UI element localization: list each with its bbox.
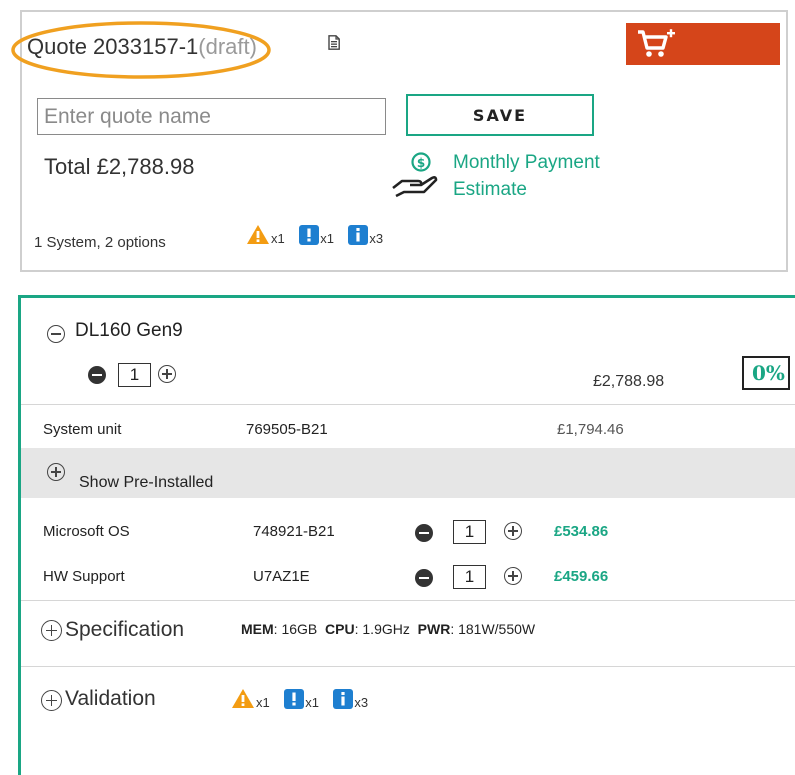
- cart-add-icon: [638, 29, 675, 57]
- mem-value: : 16GB: [273, 621, 318, 637]
- alert-icon: [299, 225, 320, 245]
- system-quantity-field[interactable]: 1: [118, 363, 151, 387]
- option-quantity-field[interactable]: 1: [453, 565, 486, 589]
- add-to-cart-button[interactable]: [626, 23, 780, 65]
- payment-link-line1: Monthly Payment: [453, 152, 600, 173]
- quote-total: Total £2,788.98: [44, 154, 195, 179]
- option-price: £534.86: [554, 523, 609, 540]
- warning-icon: [232, 689, 254, 708]
- option-price: £459.66: [554, 568, 609, 585]
- quote-name-input[interactable]: [37, 98, 386, 135]
- option-label: HW Support: [43, 568, 125, 585]
- increase-quantity-button[interactable]: [158, 365, 176, 383]
- system-validation-counters: x1 x1 x3: [231, 688, 378, 714]
- quote-summary-card: Quote 2033157-1(draft) SAVE Total £2,788…: [11, 10, 788, 272]
- show-preinstalled-label: Show Pre-Installed: [79, 474, 214, 491]
- info-count: x3: [369, 231, 384, 246]
- payment-hand-icon[interactable]: $: [390, 152, 442, 198]
- option-decrease-button[interactable]: [415, 524, 433, 542]
- cpu-key: CPU: [325, 621, 355, 637]
- quote-item-summary: 1 System, 2 options: [34, 234, 166, 251]
- info-icon: [348, 225, 369, 245]
- decrease-quantity-button[interactable]: [88, 366, 106, 384]
- svg-text:$: $: [417, 156, 425, 170]
- option-decrease-button[interactable]: [415, 569, 433, 587]
- alert-count: x1: [305, 695, 319, 710]
- expand-icon: [47, 463, 65, 481]
- info-icon: [333, 689, 354, 709]
- payment-link-line2: Estimate: [453, 179, 527, 200]
- expand-specification-icon[interactable]: [41, 620, 62, 641]
- specification-toggle[interactable]: Specification: [65, 618, 184, 642]
- validation-toggle[interactable]: Validation: [65, 687, 156, 711]
- specification-summary: MEM: 16GB CPU: 1.9GHz PWR: 181W/550W: [241, 621, 535, 637]
- mem-key: MEM: [241, 621, 274, 637]
- save-button[interactable]: SAVE: [406, 94, 594, 136]
- pwr-key: PWR: [417, 621, 451, 637]
- option-part-number: U7AZ1E: [253, 568, 310, 585]
- pwr-value: : 181W/550W: [450, 621, 536, 637]
- warning-counter[interactable]: x1: [231, 688, 270, 709]
- system-unit-label: System unit: [43, 421, 122, 438]
- option-quantity-field[interactable]: 1: [453, 520, 486, 544]
- monthly-payment-estimate-link[interactable]: Monthly Payment Estimate: [453, 149, 653, 203]
- alert-counter[interactable]: x1: [284, 689, 319, 709]
- warning-counter[interactable]: x1: [246, 224, 285, 245]
- divider: [21, 666, 795, 667]
- warning-count: x1: [256, 695, 270, 710]
- option-increase-button[interactable]: [504, 567, 522, 585]
- system-unit-part-number: 769505-B21: [246, 421, 328, 438]
- divider: [21, 404, 795, 405]
- warning-count: x1: [271, 231, 285, 246]
- option-part-number: 748921-B21: [253, 523, 335, 540]
- info-count: x3: [354, 695, 369, 710]
- alert-count: x1: [320, 231, 334, 246]
- system-config-card: DL160 Gen9 1 £2,788.98 0% System unit 76…: [18, 295, 795, 775]
- system-name: DL160 Gen9: [75, 320, 183, 341]
- system-unit-price: £1,794.46: [557, 421, 624, 438]
- alert-icon: [284, 689, 305, 709]
- highlight-ellipse-annotation: [11, 21, 271, 79]
- system-price: £2,788.98: [593, 373, 665, 390]
- collapse-system-icon[interactable]: [47, 325, 65, 343]
- expand-validation-icon[interactable]: [41, 690, 62, 711]
- cpu-value: : 1.9GHz: [354, 621, 410, 637]
- option-increase-button[interactable]: [504, 522, 522, 540]
- info-counter[interactable]: x3: [333, 689, 368, 709]
- discount-field[interactable]: 0%: [742, 356, 790, 390]
- info-counter[interactable]: x3: [348, 225, 383, 245]
- quote-validation-counters: x1 x1 x3: [246, 224, 393, 250]
- alert-counter[interactable]: x1: [299, 225, 334, 245]
- warning-icon: [247, 225, 269, 244]
- divider: [21, 600, 795, 601]
- option-label: Microsoft OS: [43, 523, 130, 540]
- document-icon[interactable]: [328, 35, 340, 50]
